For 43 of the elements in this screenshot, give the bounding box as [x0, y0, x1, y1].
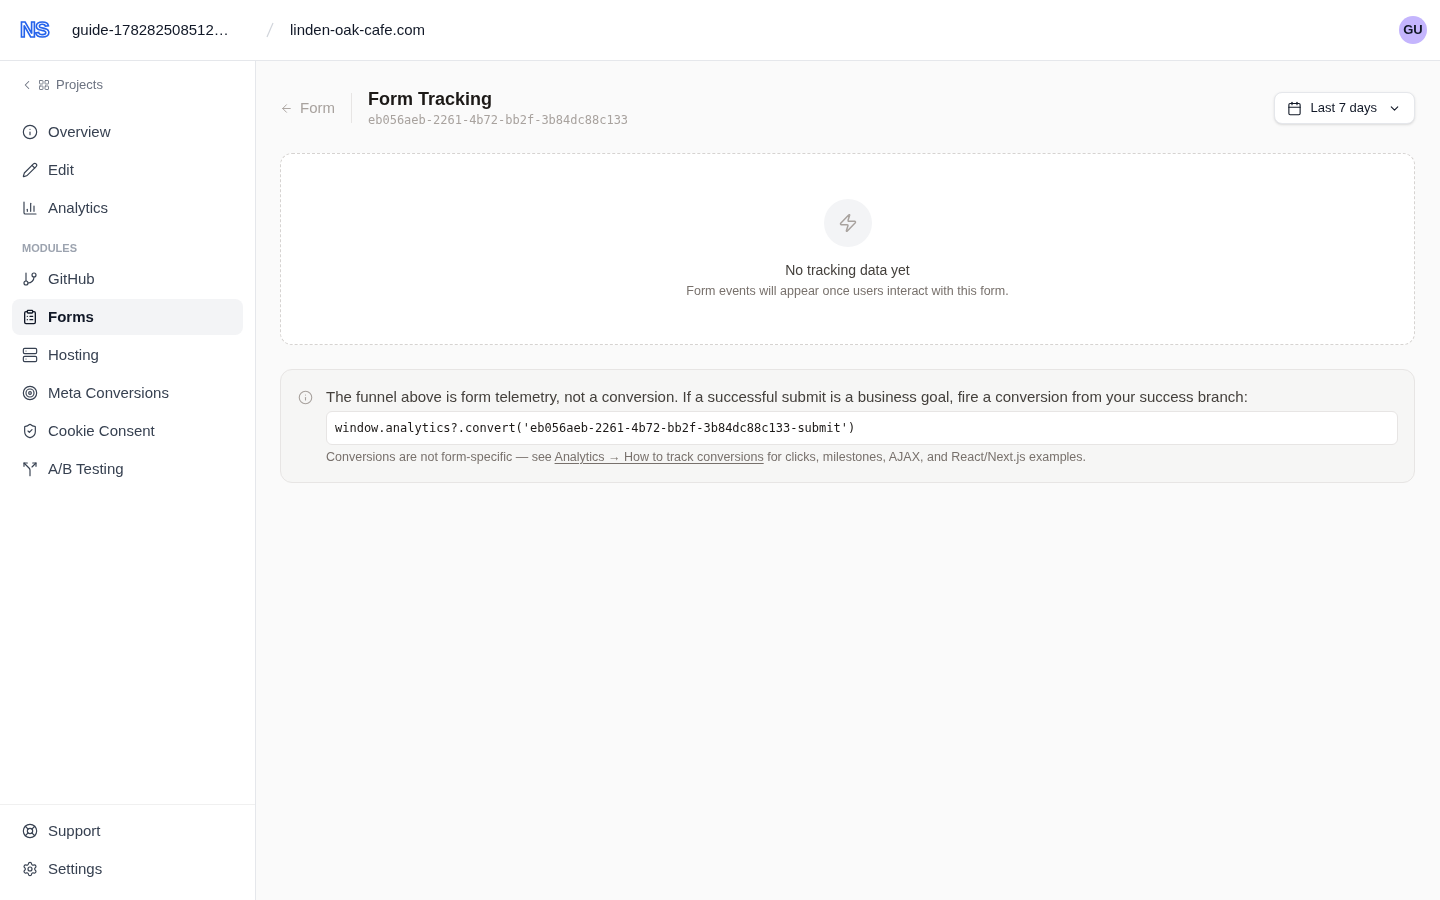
date-range-dropdown[interactable]: Last 7 days: [1273, 92, 1415, 124]
projects-link[interactable]: Projects: [12, 75, 103, 95]
pencil-icon: [22, 162, 38, 178]
sidebar-item[interactable]: Cookie Consent: [12, 413, 243, 449]
empty-state-title: No tracking data yet: [785, 261, 910, 280]
clipboard-icon: [22, 309, 38, 325]
branch-icon: [22, 271, 38, 287]
lifebuoy-icon: [22, 823, 38, 839]
conversions-guide-link[interactable]: Analytics → How to track conversions: [554, 450, 764, 464]
lightning-icon: [823, 199, 872, 247]
info-icon: [22, 124, 38, 140]
shield-check-icon: [22, 423, 38, 439]
info-icon: [298, 390, 313, 405]
grid-icon: [38, 79, 50, 91]
notice-text: The funnel above is form telemetry, not a conversion. If a successful submit is a business goal, fire a conversion from your success branch:: [326, 387, 1249, 407]
target-icon: [22, 385, 38, 401]
notice-note: Conversions are not form-specific — see Analytics → How to track conversions for clicks, milestones, AJAX, and React/Next.js examples.: [326, 449, 1088, 466]
site-name[interactable]: linden-oak-cafe.com: [290, 18, 426, 42]
section-heading: MODULES: [21, 241, 78, 256]
form-id: eb056aeb-2261-4b72-bb2f-3b84dc88c133: [368, 112, 629, 128]
breadcrumb-separator-icon: [266, 22, 274, 38]
code-field[interactable]: window.analytics?.convert('eb056aeb-2261-4b72-bb2f-3b84dc88c133-submit'): [326, 411, 1398, 445]
settings-icon: [22, 861, 38, 877]
sidebar-item[interactable]: Hosting: [12, 337, 243, 373]
project-name[interactable]: guide-178282508512…: [72, 18, 266, 42]
sidebar-item[interactable]: Support: [12, 813, 243, 849]
page-title: Form Tracking: [368, 88, 494, 110]
sidebar-item[interactable]: GitHub: [12, 261, 243, 297]
sidebar-item[interactable]: Forms: [12, 299, 243, 335]
empty-state-text: Form events will appear once users interact with this form.: [686, 283, 1009, 300]
server-icon: [22, 347, 38, 363]
sidebar-item[interactable]: Analytics: [12, 190, 243, 226]
user-avatar[interactable]: GU: [1399, 16, 1427, 44]
sidebar-item[interactable]: A/B Testing: [12, 451, 243, 487]
split-arrows-icon: [22, 461, 38, 477]
sidebar-item[interactable]: Settings: [12, 851, 243, 887]
sidebar-item[interactable]: Meta Conversions: [12, 375, 243, 411]
arrow-left-icon: [280, 101, 293, 115]
bar-chart-icon: [22, 200, 38, 216]
sidebar-item[interactable]: Edit: [12, 152, 243, 188]
logo[interactable]: NS: [20, 19, 51, 41]
calendar-icon: [1286, 100, 1302, 116]
sidebar-item[interactable]: Overview: [12, 114, 243, 150]
